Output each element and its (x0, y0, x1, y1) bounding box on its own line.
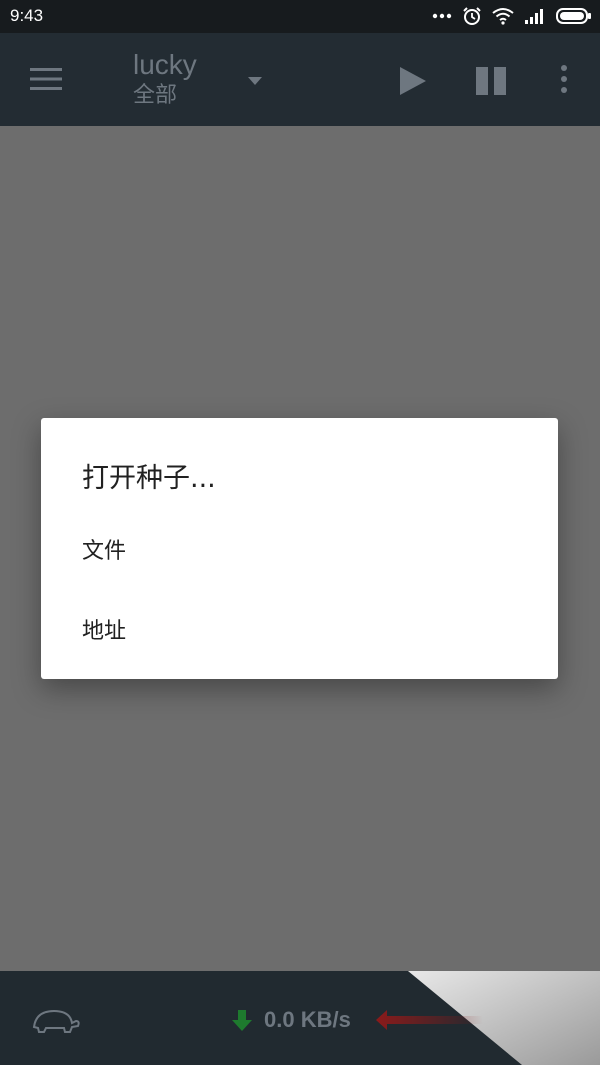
play-icon[interactable] (398, 65, 428, 97)
wifi-icon (492, 8, 514, 25)
bottom-bar: 0.0 KB/s (0, 971, 600, 1065)
dialog-item-address[interactable]: 地址 (82, 613, 126, 645)
battery-icon (556, 8, 591, 24)
more-vertical-icon[interactable] (556, 63, 572, 99)
torrent-filter-selector[interactable]: lucky 全部 (133, 48, 197, 108)
download-speed: 0.0 KB/s (264, 1007, 351, 1032)
open-torrent-dialog: 打开种子... 文件 地址 (41, 418, 558, 679)
menu-icon[interactable] (28, 65, 64, 93)
upload-arrow-icon (376, 1010, 483, 1030)
dropdown-icon[interactable] (246, 75, 264, 87)
app-bar: lucky 全部 (0, 33, 600, 126)
filter-subtitle: 全部 (133, 82, 178, 107)
more-dots-icon (432, 13, 452, 19)
download-arrow-icon (232, 1010, 252, 1031)
status-icons (432, 5, 592, 27)
turtle-icon[interactable] (28, 1005, 80, 1035)
dialog-title: 打开种子... (82, 463, 216, 494)
pause-icon[interactable] (474, 65, 510, 97)
status-bar: 9:43 (0, 0, 600, 33)
alarm-icon (463, 7, 481, 25)
status-time: 9:43 (10, 6, 44, 25)
app-title: lucky (133, 49, 197, 80)
signal-icon (525, 9, 543, 24)
dialog-item-file[interactable]: 文件 (82, 533, 126, 565)
